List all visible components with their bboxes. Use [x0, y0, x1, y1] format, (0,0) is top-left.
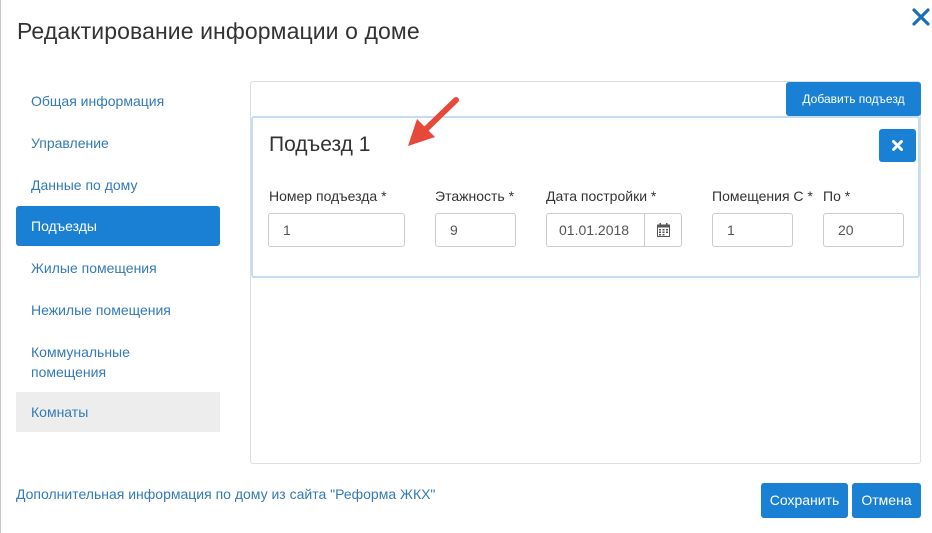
sidebar-item-residential[interactable]: Жилые помещения: [16, 246, 220, 288]
close-icon: [912, 8, 930, 26]
floors-input[interactable]: [435, 213, 516, 247]
delete-entrance-button[interactable]: [879, 129, 916, 162]
save-button[interactable]: Сохранить: [761, 483, 848, 518]
calendar-icon: [656, 223, 670, 237]
sidebar-item-nonresidential[interactable]: Нежилые помещения: [16, 288, 220, 330]
add-entrance-button[interactable]: Добавить подъезд: [786, 82, 921, 116]
delete-icon: [892, 140, 903, 151]
build-date-input[interactable]: [547, 214, 644, 246]
calendar-button[interactable]: [644, 214, 681, 246]
rooms-to-label: По *: [823, 188, 851, 204]
sidebar-item-house-data[interactable]: Данные по дому: [16, 164, 220, 206]
build-date-label: Дата постройки *: [546, 188, 657, 204]
rooms-to-input[interactable]: [823, 213, 904, 247]
dialog-title: Редактирование информации о доме: [17, 18, 420, 44]
cancel-button[interactable]: Отмена: [852, 483, 921, 518]
reform-info-link[interactable]: Дополнительная информация по дому из сай…: [16, 486, 435, 502]
rooms-from-label: Помещения С *: [712, 188, 813, 204]
entrance-number-label: Номер подъезда *: [269, 188, 387, 204]
rooms-from-input[interactable]: [712, 213, 793, 247]
entrance-number-input[interactable]: [268, 213, 405, 247]
sidebar: Общая информация Управление Данные по до…: [16, 80, 220, 432]
sidebar-item-management[interactable]: Управление: [16, 122, 220, 164]
sidebar-item-communal[interactable]: Коммунальные помещения: [16, 330, 220, 392]
arrow-annotation: [408, 97, 459, 146]
sidebar-item-rooms[interactable]: Комнаты: [16, 392, 220, 432]
dialog-left-border: [0, 0, 1, 533]
floors-label: Этажность *: [435, 188, 515, 204]
entrance-title: Подъезд 1: [269, 133, 371, 156]
sidebar-item-general[interactable]: Общая информация: [16, 80, 220, 122]
sidebar-item-entrances[interactable]: Подъезды: [16, 206, 220, 246]
build-date-field: [546, 213, 682, 247]
close-button[interactable]: [910, 4, 932, 28]
